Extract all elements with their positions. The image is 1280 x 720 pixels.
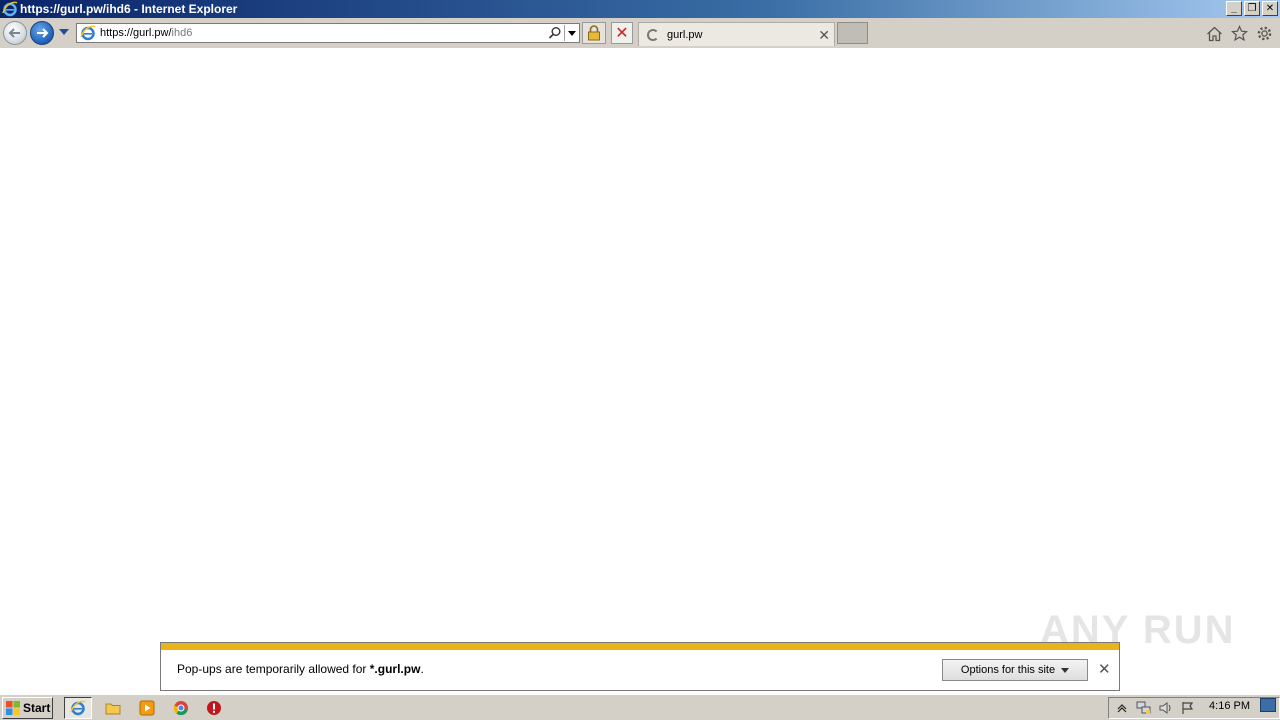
tab-gurl[interactable]: gurl.pw ✕ bbox=[638, 22, 835, 46]
clock[interactable]: 4:16 PM bbox=[1209, 700, 1250, 712]
show-desktop-button[interactable] bbox=[1260, 698, 1276, 712]
taskbar-media-player[interactable] bbox=[133, 697, 161, 719]
taskbar-security-app[interactable] bbox=[200, 697, 228, 719]
notification-site: *.gurl.pw bbox=[369, 662, 421, 676]
forward-button[interactable] bbox=[30, 21, 54, 45]
system-tray bbox=[1108, 697, 1280, 719]
notification-accent-stripe bbox=[161, 643, 1119, 650]
minimize-button[interactable]: _ bbox=[1226, 1, 1242, 16]
flag-icon[interactable] bbox=[1179, 700, 1197, 716]
taskbar: Start 4:16 PM bbox=[0, 694, 1280, 720]
window-controls: _ ❐ ✕ bbox=[1226, 1, 1278, 16]
address-text[interactable]: https://gurl.pw/ihd6 bbox=[100, 27, 192, 39]
network-icon[interactable] bbox=[1135, 700, 1153, 716]
close-button[interactable]: ✕ bbox=[1262, 1, 1278, 16]
title-bar: https://gurl.pw/ihd6 - Internet Explorer… bbox=[0, 0, 1280, 18]
ie-icon bbox=[2, 1, 18, 17]
options-for-site-button[interactable]: Options for this site bbox=[942, 659, 1088, 681]
tab-close-icon[interactable]: ✕ bbox=[818, 27, 830, 44]
search-icon[interactable] bbox=[548, 26, 562, 40]
arrow-right-icon bbox=[37, 28, 49, 38]
new-tab-button[interactable] bbox=[837, 22, 868, 44]
security-lock-button[interactable] bbox=[582, 22, 606, 44]
taskbar-chrome[interactable] bbox=[167, 697, 195, 719]
start-button[interactable]: Start bbox=[2, 697, 53, 719]
windows-logo-icon bbox=[6, 701, 20, 715]
ie-icon bbox=[80, 25, 96, 41]
history-dropdown[interactable] bbox=[59, 29, 69, 35]
back-button[interactable] bbox=[3, 21, 27, 45]
start-label: Start bbox=[23, 701, 51, 715]
ie-icon bbox=[70, 700, 86, 716]
restore-button[interactable]: ❐ bbox=[1244, 1, 1260, 16]
tab-label: gurl.pw bbox=[667, 28, 703, 41]
command-icons bbox=[1205, 24, 1274, 43]
home-icon[interactable] bbox=[1205, 24, 1224, 43]
loading-spinner-icon bbox=[647, 28, 659, 41]
browser-toolbar: https://gurl.pw/ihd6 ✕ gurl.pw ✕ bbox=[0, 18, 1280, 48]
arrow-left-icon bbox=[8, 28, 20, 38]
gear-icon[interactable] bbox=[1255, 24, 1274, 43]
page-content bbox=[0, 48, 1280, 694]
address-path: ihd6 bbox=[171, 27, 193, 39]
media-player-icon bbox=[139, 700, 155, 716]
taskbar-explorer[interactable] bbox=[99, 697, 127, 719]
stop-button[interactable]: ✕ bbox=[611, 22, 633, 44]
folder-icon bbox=[105, 703, 121, 715]
window-title: https://gurl.pw/ihd6 - Internet Explorer bbox=[20, 2, 238, 16]
options-label: Options for this site bbox=[960, 664, 1056, 676]
tray-expand-icon[interactable] bbox=[1113, 700, 1131, 716]
stop-sign-icon bbox=[207, 701, 221, 715]
notification-message-end: . bbox=[420, 662, 424, 676]
address-bar[interactable]: https://gurl.pw/ihd6 bbox=[76, 23, 580, 43]
lock-icon bbox=[588, 25, 600, 41]
chevron-down-icon bbox=[1061, 667, 1070, 673]
notification-close-icon[interactable]: ✕ bbox=[1098, 660, 1111, 678]
taskbar-ie[interactable] bbox=[64, 697, 92, 719]
star-icon[interactable] bbox=[1230, 24, 1249, 43]
notification-message-start: Pop-ups are temporarily allowed for bbox=[177, 662, 370, 676]
address-dropdown[interactable] bbox=[564, 25, 578, 41]
notification-message: Pop-ups are temporarily allowed for *.gu… bbox=[177, 662, 424, 676]
chrome-icon bbox=[173, 701, 188, 716]
popup-notification-bar: Pop-ups are temporarily allowed for *.gu… bbox=[160, 642, 1120, 691]
volume-icon[interactable] bbox=[1157, 700, 1175, 716]
address-prefix: https://gurl.pw/ bbox=[100, 27, 172, 39]
